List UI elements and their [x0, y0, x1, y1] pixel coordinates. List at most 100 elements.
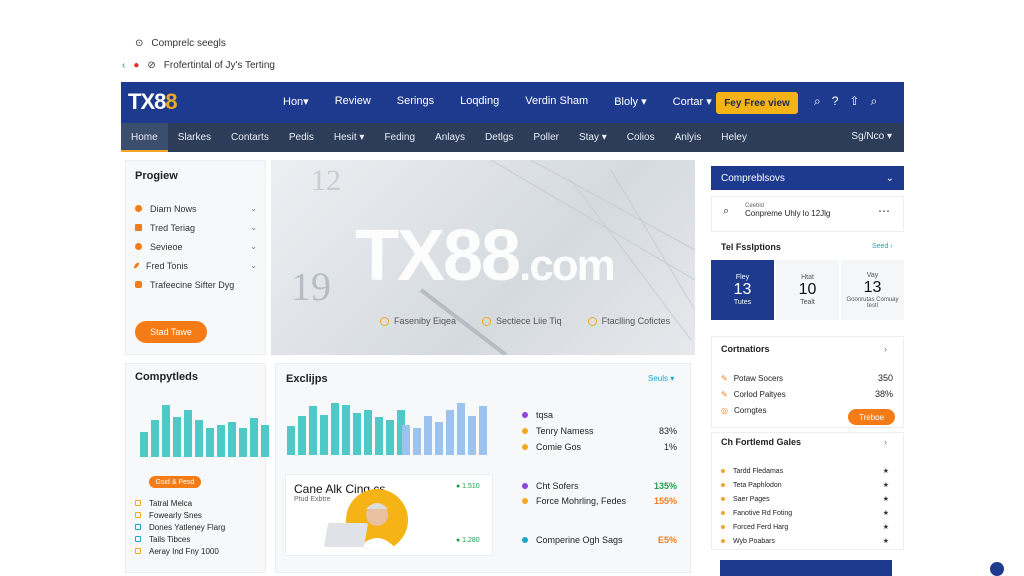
- calendar-day[interactable]: Fley 13 Tutes: [711, 260, 774, 320]
- subnav-item[interactable]: Feding: [374, 123, 425, 152]
- subnav-item[interactable]: Anlays: [425, 123, 475, 152]
- calendar-day[interactable]: Vay 13 Goonrutas Comuay testl: [841, 260, 904, 320]
- list-item[interactable]: Forced Ferd Harg ★: [721, 520, 889, 534]
- list-item[interactable]: Diarn Nows ⌄: [135, 199, 257, 218]
- legend-label: Comie Gos: [536, 442, 582, 452]
- list-item[interactable]: Sevieoe ⌄: [135, 237, 257, 256]
- chevron-right-icon[interactable]: ›: [884, 344, 887, 354]
- search-icon[interactable]: ⌕: [870, 94, 877, 109]
- list-item-label: Saer Pages: [733, 495, 770, 503]
- subnav-item[interactable]: Pedis: [279, 123, 324, 152]
- ring-icon: ◎: [721, 405, 728, 415]
- bullet-icon: [135, 205, 142, 212]
- subnav-item[interactable]: Colios: [617, 123, 665, 152]
- cornmatiors-button[interactable]: Treboe: [848, 409, 895, 425]
- nav-item-verdin[interactable]: Verdin Sham: [525, 95, 588, 108]
- subnav-item[interactable]: Hesit ▾: [324, 123, 375, 152]
- list-item-label: Dones Yatleney Flarg: [149, 522, 226, 532]
- chevron-down-icon: ⌄: [885, 173, 894, 184]
- star-icon[interactable]: ★: [883, 481, 889, 489]
- nav-item-settings[interactable]: Serings: [397, 95, 434, 108]
- calendar-day[interactable]: Htat 10 Tealt: [776, 260, 839, 320]
- subnav-item[interactable]: Poller: [523, 123, 569, 152]
- right-header[interactable]: Compreblsovs ⌄: [711, 166, 904, 190]
- calendar-day-sub: Tealt: [800, 299, 815, 306]
- list-item-value: 350: [877, 373, 893, 383]
- explore-filter-dropdown[interactable]: Seuls ▾: [648, 374, 674, 383]
- star-icon[interactable]: ★: [883, 537, 889, 545]
- more-icon[interactable]: ⋯: [878, 204, 890, 218]
- legend-label: Tenry Namess: [536, 426, 594, 436]
- subnav-item-home[interactable]: Home: [121, 123, 168, 152]
- share-icon[interactable]: ⇧: [849, 94, 859, 109]
- back-icon[interactable]: ‹: [122, 60, 125, 71]
- list-item[interactable]: Wyb Poabars ★: [721, 534, 889, 548]
- list-item[interactable]: Saer Pages ★: [721, 492, 889, 506]
- subnav-item[interactable]: Slarkes: [168, 123, 221, 152]
- feature-card-tag: ● 1.280: [456, 537, 480, 544]
- nav-item-loading[interactable]: Loqding: [460, 95, 499, 108]
- chart-bar: [446, 410, 454, 455]
- nav-item-review[interactable]: Review: [335, 95, 371, 108]
- stat-row: Comperine Ogh Sags E5%: [522, 532, 677, 547]
- help-icon[interactable]: ?: [832, 94, 839, 109]
- nav-item-contact[interactable]: Cortar ▾: [673, 95, 712, 108]
- list-item[interactable]: Fred Tonis ⌄: [133, 256, 257, 275]
- subnav-item[interactable]: Detlgs: [475, 123, 523, 152]
- list-item-label: Diarn Nows: [150, 203, 197, 214]
- sub-nav: Home Slarkes Contarts Pedis Hesit ▾ Fedi…: [121, 123, 904, 152]
- sessions-link[interactable]: Seed ›: [872, 243, 893, 250]
- signin-dropdown[interactable]: Sg/Nco ▾: [851, 131, 892, 142]
- checkbox-icon: [135, 536, 141, 542]
- chart-bar: [206, 428, 214, 457]
- chevron-right-icon[interactable]: ›: [884, 437, 887, 447]
- list-item[interactable]: Trafeecine Sifter Dyg: [135, 275, 257, 294]
- legend-value: 83%: [658, 426, 677, 436]
- legend-item: tqsa: [522, 407, 677, 423]
- list-item[interactable]: Fowearly Snes: [135, 509, 260, 521]
- chart-bar: [331, 403, 339, 455]
- calendar-day-sub: Goonrutas Comuay testl: [846, 296, 899, 309]
- site-logo[interactable]: TX88: [128, 89, 178, 115]
- feature-card-tag: ● 1.510: [456, 483, 480, 490]
- list-item[interactable]: ✎ Potaw Socers 350: [721, 370, 893, 386]
- chat-icon[interactable]: [990, 562, 1004, 576]
- calendar-day-number: 13: [863, 278, 882, 296]
- list-item[interactable]: Teta Paphlodon ★: [721, 478, 889, 492]
- explore-title: Exclijps: [286, 373, 328, 385]
- subnav-item[interactable]: Heley: [711, 123, 757, 152]
- list-item[interactable]: Dones Yatleney Flarg: [135, 521, 260, 533]
- search-icon[interactable]: ⌕: [814, 94, 821, 109]
- chart-bar: [217, 425, 225, 457]
- list-item[interactable]: Tails Tibces: [135, 533, 260, 545]
- star-icon[interactable]: ★: [883, 467, 889, 475]
- preview-title: Progiew: [135, 170, 178, 182]
- list-item-label: Teta Paphlodon: [733, 481, 782, 489]
- list-item[interactable]: Tardd Fledamas ★: [721, 464, 889, 478]
- legend-label: tqsa: [536, 410, 554, 420]
- legend-item: Tenry Namess 83%: [522, 423, 677, 439]
- list-item[interactable]: ✎ Corlod Paltyes 38%: [721, 386, 893, 402]
- chart-bar: [479, 406, 487, 455]
- star-icon[interactable]: ★: [883, 509, 889, 517]
- list-item-label: Wyb Poabars: [733, 537, 775, 545]
- address-bar[interactable]: ‹ ● ⊘ Frofertintal of Jy's Terting: [122, 60, 275, 71]
- cta-button[interactable]: Fey Free view: [716, 92, 798, 114]
- list-item[interactable]: Aeray Ind Fny 1000: [135, 545, 260, 557]
- browser-tab[interactable]: ⊙ Comprelc seegls: [135, 38, 226, 49]
- list-item[interactable]: Tred Teriag ⌄: [135, 218, 257, 237]
- list-item[interactable]: Fanotive Rd Foting ★: [721, 506, 889, 520]
- nav-item-blog[interactable]: Bloly ▾: [614, 95, 646, 108]
- subnav-item[interactable]: Contarts: [221, 123, 279, 152]
- list-item-label: Corlod Paltyes: [733, 389, 786, 399]
- bullet-icon: [135, 281, 142, 288]
- star-icon[interactable]: ★: [883, 523, 889, 531]
- subnav-item[interactable]: Stay ▾: [569, 123, 617, 152]
- start-button[interactable]: Stad Tawe: [135, 321, 207, 343]
- subnav-item[interactable]: Anlyis: [665, 123, 712, 152]
- nav-item-home[interactable]: Hon▾: [283, 95, 309, 108]
- hero-headline: TX88.com: [355, 215, 616, 297]
- star-icon[interactable]: ★: [883, 495, 889, 503]
- legend-value: 1%: [663, 442, 677, 452]
- list-item[interactable]: Tatral Melca: [135, 497, 260, 509]
